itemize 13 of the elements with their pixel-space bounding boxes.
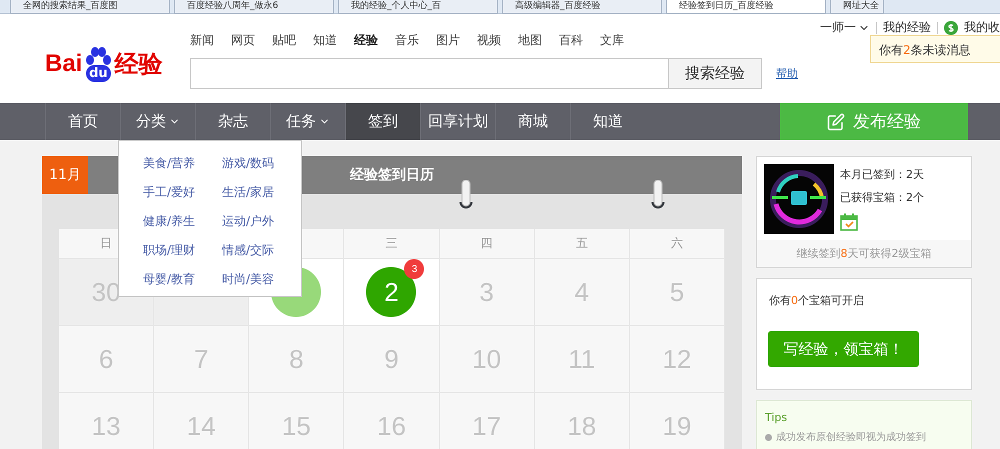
calendar-title: 经验签到日历 bbox=[350, 166, 434, 184]
weekday-cell: 三 bbox=[344, 229, 440, 259]
sign-in-progress-text: 继续签到8天可获得2级宝箱 bbox=[757, 240, 971, 267]
boxes-earned-text: 已获得宝箱：2个 bbox=[840, 190, 924, 205]
month-label: 11月 bbox=[42, 156, 88, 194]
count-badge: 3 bbox=[404, 259, 424, 279]
tips-title: Tips bbox=[765, 411, 788, 424]
weekday-cell: 四 bbox=[440, 229, 535, 259]
treasure-message: 你有0个宝箱可开启 bbox=[768, 293, 865, 308]
weekday-cell: 六 bbox=[630, 229, 725, 259]
weekday-cell: 五 bbox=[534, 229, 630, 259]
tip-item: 成功发布原创经验即视为成功签到 bbox=[776, 430, 926, 444]
signed-days-text: 本月已签到：2天 bbox=[840, 167, 924, 182]
